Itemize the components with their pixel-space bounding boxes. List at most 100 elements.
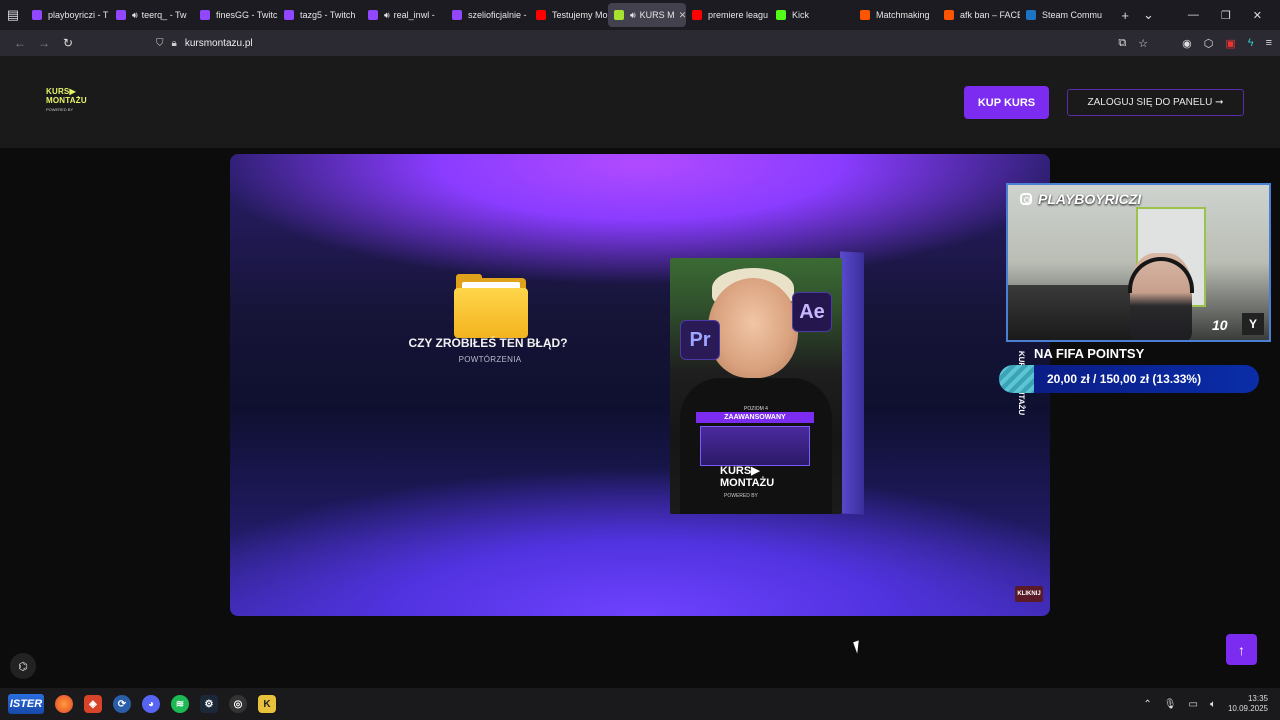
browser-tab-label: premiere leagu [708, 10, 769, 20]
close-tab-icon[interactable]: ✕ [679, 10, 686, 21]
browser-tab-label: teerq_ - Tw [141, 10, 187, 20]
browser-tab[interactable]: Matchmaking [854, 3, 938, 27]
twitch-icon [368, 10, 378, 20]
presenter-face [708, 278, 798, 378]
lock-icon[interactable]: 🔒︎ [172, 38, 177, 49]
logo-line-1: KURS▶ [46, 87, 76, 96]
browser-tab[interactable]: Steam Commu [1020, 3, 1104, 27]
kick-icon [776, 10, 786, 20]
steam-icon[interactable]: ⚙ [200, 695, 218, 713]
scroll-to-top-button[interactable]: ↑ [1226, 634, 1257, 665]
twitch-icon [200, 10, 210, 20]
sync-icon[interactable]: ⟳ [113, 695, 131, 713]
system-tray: ⌃ 🎙︎ ▭ 🔈︎ 13:35 10.09.2025 [1143, 694, 1280, 714]
twitch-icon [116, 10, 126, 20]
new-tab-icon[interactable]: + [1121, 8, 1129, 23]
start-button[interactable]: ISTER [8, 694, 44, 714]
level-label: ZAAWANSOWANY [696, 412, 814, 423]
reader-view-icon[interactable]: ⌬ [10, 653, 36, 679]
browser-tab-label: Steam Commu [1042, 10, 1103, 20]
clock-time: 13:35 [1247, 694, 1268, 703]
tab-list-icon[interactable]: ▤ [0, 0, 26, 30]
app-yellow-icon[interactable]: K [258, 695, 276, 713]
youtube-icon [536, 10, 546, 20]
shield-icon[interactable]: ⛉ [156, 38, 164, 49]
tab-actions: + ⌄ [1109, 7, 1166, 23]
tray-overflow-icon[interactable]: ⌃ [1143, 699, 1151, 710]
browser-tab[interactable]: Testujemy Mor [530, 3, 608, 27]
logo-line-2: MONTAŻU [46, 96, 87, 105]
menu-icon[interactable]: ≡ [1266, 37, 1272, 49]
browser-tab[interactable]: afk ban – FACE [938, 3, 1020, 27]
volume-icon[interactable]: 🔈︎ [1210, 699, 1216, 710]
window-controls: — ❐ ✕ [1166, 9, 1280, 22]
microphone-icon[interactable]: 🎙︎ [1164, 699, 1177, 710]
browser-nav-bar: ← → ↻ ⛉ 🔒︎ kursmontazu.pl ⧉ ☆ ◉ ⬡ ▣ ϟ ≡ [0, 30, 1280, 56]
browser-tab-label: Matchmaking [876, 10, 930, 20]
minimize-icon[interactable]: — [1188, 9, 1199, 21]
play-icon [614, 10, 624, 20]
browser-tab[interactable]: szelioficjalnie - [446, 3, 530, 27]
tab-overflow-icon[interactable]: ⌄ [1143, 7, 1154, 23]
back-icon[interactable]: ← [8, 36, 32, 50]
box-front: Pr Ae POZIOM 4 ZAAWANSOWANY KURS▶ MONTAŻ… [670, 258, 842, 514]
discord-icon[interactable]: ◕ [142, 695, 160, 713]
browser-tab-label: afk ban – FACE [960, 10, 1020, 20]
stage-image [700, 426, 810, 466]
login-panel-button[interactable]: ZALOGUJ SIĘ DO PANELU ➞ [1067, 89, 1244, 116]
browser-tab[interactable]: Kick [770, 3, 854, 27]
bookmark-star-icon[interactable]: ☆ [1138, 37, 1148, 50]
site-logo[interactable]: KURS▶ MONTAŻU POWERED BY [46, 87, 100, 119]
spotify-icon[interactable]: ≋ [171, 695, 189, 713]
extension-red-icon[interactable]: ▣ [1225, 37, 1235, 50]
url-bar[interactable]: ⛉ 🔒︎ kursmontazu.pl [156, 32, 1118, 54]
url-text[interactable]: kursmontazu.pl [185, 38, 253, 49]
brave-icon[interactable]: ◈ [84, 695, 102, 713]
box-side: KURS MONTAŻU [840, 251, 1026, 515]
clock[interactable]: 13:35 10.09.2025 [1228, 694, 1268, 714]
cam-title: PLAYBOYRICZI [1020, 191, 1141, 207]
cam-logo: Y [1242, 313, 1264, 335]
browser-tab[interactable]: premiere leagu [686, 3, 770, 27]
folder-icon [454, 274, 529, 338]
mouse-cursor [853, 640, 863, 654]
goal-progress-bar: 20,00 zł / 150,00 zł (13.33%) [999, 365, 1259, 393]
browser-tab-label: Kick [792, 10, 810, 20]
tab-strip: playboyriczi - T 🔊︎ teerq_ - Tw finesGG - T… [26, 0, 1109, 30]
main-content: CZY ZROBIŁEŚ TEN BŁĄD? POWTÓRZENIA KURS … [0, 148, 1280, 688]
extension-teal-icon[interactable]: ϟ [1248, 37, 1254, 49]
twitch-icon [32, 10, 42, 20]
extensions-icon[interactable]: ⬡ [1204, 37, 1214, 50]
promo-video[interactable]: CZY ZROBIŁEŚ TEN BŁĄD? POWTÓRZENIA KURS … [230, 154, 1050, 616]
browser-tab-label: tazg5 - Twitch [300, 10, 356, 20]
browser-tab-label: finesGG - Twitc [216, 10, 278, 20]
firefox-icon[interactable] [55, 695, 73, 713]
obs-icon[interactable]: ◎ [229, 695, 247, 713]
muted-audio-icon[interactable]: 🔊︎ [132, 10, 138, 21]
browser-tab[interactable]: 🔊︎ real_inwl - [362, 3, 446, 27]
steam-icon [1026, 10, 1036, 20]
account-icon[interactable]: ◉ [1182, 37, 1192, 50]
browser-tab[interactable]: finesGG - Twitc [194, 3, 278, 27]
buy-course-button[interactable]: KUP KURS [964, 86, 1049, 119]
kliknij-badge[interactable]: KLIKNIJ [1015, 586, 1043, 602]
taskbar: ISTER ◈ ⟳ ◕ ≋ ⚙ ◎ K ⌃ 🎙︎ ▭ 🔈︎ 13:35 10.0… [0, 688, 1280, 720]
browser-tab[interactable]: 🔊︎ teerq_ - Tw [110, 3, 194, 27]
browser-tab-label: szelioficjalnie - [468, 10, 527, 20]
browser-tab[interactable]: tazg5 - Twitch [278, 3, 362, 27]
audio-icon[interactable]: 🔊︎ [630, 10, 636, 21]
close-window-icon[interactable]: ✕ [1253, 9, 1262, 22]
reload-icon[interactable]: ↻ [56, 36, 80, 50]
restore-icon[interactable]: ❐ [1221, 9, 1231, 22]
browser-tab-label: playboyriczi - T [48, 10, 109, 20]
youtube-icon [692, 10, 702, 20]
picture-in-picture-icon[interactable]: ⧉ [1118, 37, 1126, 50]
webcam-overlay: PLAYBOYRICZI 10 Y [1006, 183, 1271, 342]
browser-tab[interactable]: playboyriczi - T [26, 3, 110, 27]
twitch-icon [452, 10, 462, 20]
forward-icon[interactable]: → [32, 36, 56, 50]
network-icon[interactable]: ▭ [1189, 699, 1198, 710]
premiere-pro-icon: Pr [680, 320, 720, 360]
muted-audio-icon[interactable]: 🔊︎ [384, 10, 390, 21]
browser-tab[interactable]: 🔊︎ KURS M ✕ [608, 3, 686, 27]
